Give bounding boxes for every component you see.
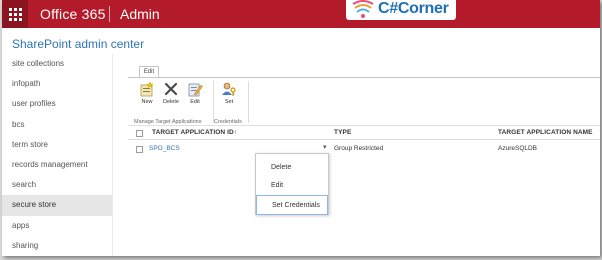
ribbon: New Delete Edit Manage Target Applicatio…	[128, 77, 600, 126]
new-item-icon	[140, 81, 154, 97]
nav-item-apps[interactable]: apps	[2, 216, 112, 236]
new-button-label: New	[141, 99, 153, 105]
logo-swirl-icon	[352, 0, 374, 18]
column-header-type[interactable]: TYPE	[334, 129, 351, 136]
nav-item-site-collections[interactable]: site collections	[2, 54, 112, 74]
context-menu-delete[interactable]: Delete	[256, 158, 328, 178]
nav-item-search[interactable]: search	[2, 175, 112, 195]
group-label-credentials: Credentials	[214, 119, 242, 125]
column-header-target-application-name[interactable]: TARGET APPLICATION NAME	[498, 129, 593, 136]
page-title: SharePoint admin center	[12, 37, 145, 51]
target-application-id-link[interactable]: SPO_BCS	[149, 145, 180, 152]
row-checkbox[interactable]	[136, 146, 143, 153]
new-button[interactable]: New	[136, 81, 158, 105]
delete-button[interactable]: Delete	[160, 81, 182, 105]
waffle-icon	[8, 7, 22, 21]
suite-divider	[109, 6, 110, 22]
suite-section-label[interactable]: Admin	[120, 6, 160, 22]
target-application-name: AzureSQLDB	[498, 145, 538, 152]
table-row[interactable]: SPO_BCS ▾ Group Restricted AzureSQLDB	[128, 142, 600, 156]
set-credentials-icon	[222, 82, 236, 96]
edit-pencil-icon	[188, 83, 203, 97]
nav-item-sharing[interactable]: sharing	[2, 236, 112, 256]
ribbon-group-divider	[248, 81, 249, 123]
context-menu-edit[interactable]: Edit	[256, 176, 328, 196]
logo-text: C#Corner	[378, 0, 449, 17]
suite-title[interactable]: Office 365	[40, 6, 106, 22]
left-navigation: site collections infopath user profiles …	[2, 54, 112, 256]
nav-item-user-profiles[interactable]: user profiles	[2, 94, 112, 114]
nav-divider	[112, 54, 113, 256]
edit-button[interactable]: Edit	[184, 81, 206, 105]
csharpcorner-logo: C#Corner	[346, 0, 456, 20]
set-credentials-button[interactable]: Set	[218, 81, 240, 105]
row-context-menu: Delete Edit Set Credentials	[255, 153, 329, 215]
edit-button-label: Edit	[190, 99, 200, 105]
suite-bar: Office 365 Admin C#Corner	[2, 0, 600, 28]
target-application-type: Group Restricted	[334, 145, 384, 152]
nav-item-bcs[interactable]: bcs	[2, 115, 112, 135]
table-header: TARGET APPLICATION ID↑ TYPE TARGET APPLI…	[128, 128, 600, 140]
row-menu-ellipsis-icon[interactable]: ▾	[323, 143, 327, 151]
app-window: Office 365 Admin C#Corner SharePoint adm…	[2, 0, 600, 256]
group-label-manage: Manage Target Applications	[134, 119, 202, 125]
app-launcher-button[interactable]	[2, 0, 28, 28]
nav-item-infopath[interactable]: infopath	[2, 74, 112, 94]
select-all-checkbox[interactable]	[136, 130, 143, 137]
nav-item-records-management[interactable]: records management	[2, 155, 112, 175]
nav-item-secure-store[interactable]: secure store	[2, 195, 112, 216]
column-header-target-application-id[interactable]: TARGET APPLICATION ID↑	[152, 129, 237, 136]
ribbon-group-divider	[213, 81, 214, 123]
nav-item-term-store[interactable]: term store	[2, 135, 112, 155]
context-menu-set-credentials[interactable]: Set Credentials	[256, 195, 328, 215]
set-button-label: Set	[224, 99, 234, 105]
delete-button-label: Delete	[163, 99, 179, 105]
delete-x-icon	[164, 82, 178, 96]
